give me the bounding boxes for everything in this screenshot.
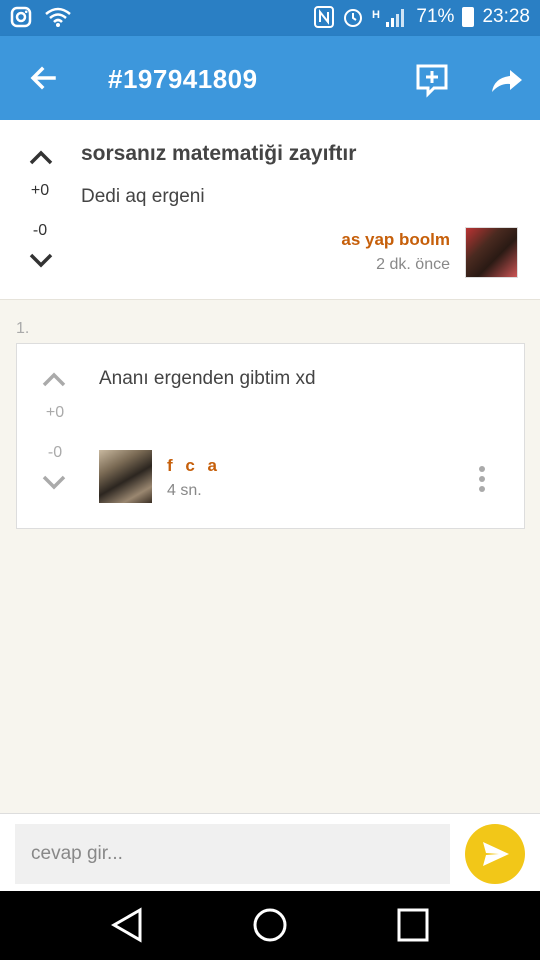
back-arrow-icon[interactable] [24,58,64,98]
share-icon[interactable] [486,60,526,100]
more-options-icon[interactable] [475,466,489,496]
clock: 23:28 [482,6,530,27]
nav-back-icon[interactable] [110,907,144,943]
comment-upvote-chevron-icon[interactable] [41,370,67,388]
wifi-icon [45,7,71,27]
upvote-chevron-icon[interactable] [28,148,54,166]
post-card: +0 -0 sorsanız matematiği zayıftır Dedi … [0,120,540,300]
downvote-chevron-icon[interactable] [28,252,54,270]
nav-home-icon[interactable] [252,907,288,943]
reply-input[interactable] [15,824,450,884]
app-bar: #197941809 [0,36,540,120]
post-downvote-count: -0 [32,222,48,239]
signal-icon: H [372,9,405,27]
add-comment-icon[interactable] [412,60,452,100]
comment-upvote-count: +0 [45,404,65,421]
comment-text: Ananı ergenden gibtim xd [99,368,316,389]
status-right-icons: H 71% 23:28 [314,6,530,28]
status-bar: H 71% 23:28 [0,0,540,36]
instagram-icon [10,6,32,28]
page-title: #197941809 [108,64,258,94]
post-body: Dedi aq ergeni [81,186,205,207]
comment-card: +0 -0 Ananı ergenden gibtim xd f c a 4 s… [16,343,525,529]
comment-index: 1. [16,320,30,337]
send-button[interactable] [465,824,525,884]
post-title: sorsanız matematiği zayıftır [81,142,357,165]
post-author[interactable]: as yap boolm [341,230,450,250]
nfc-icon [314,6,335,28]
comment-author[interactable]: f c a [167,456,221,476]
comment-downvote-chevron-icon[interactable] [41,474,67,492]
send-icon [483,842,509,866]
svg-text:H: H [372,9,380,21]
alarm-icon [344,9,363,27]
battery-percent: 71% [416,6,455,27]
comment-downvote-count: -0 [47,444,63,461]
status-left-icons [10,6,72,28]
post-author-avatar[interactable] [465,227,518,278]
reply-composer [0,813,540,891]
post-upvote-count: +0 [30,182,50,199]
post-timestamp: 2 dk. önce [376,256,450,273]
system-nav-bar [0,891,540,960]
comment-timestamp: 4 sn. [167,482,202,499]
battery-icon [462,7,475,27]
comment-author-avatar[interactable] [99,450,152,503]
nav-recents-icon[interactable] [396,907,430,943]
